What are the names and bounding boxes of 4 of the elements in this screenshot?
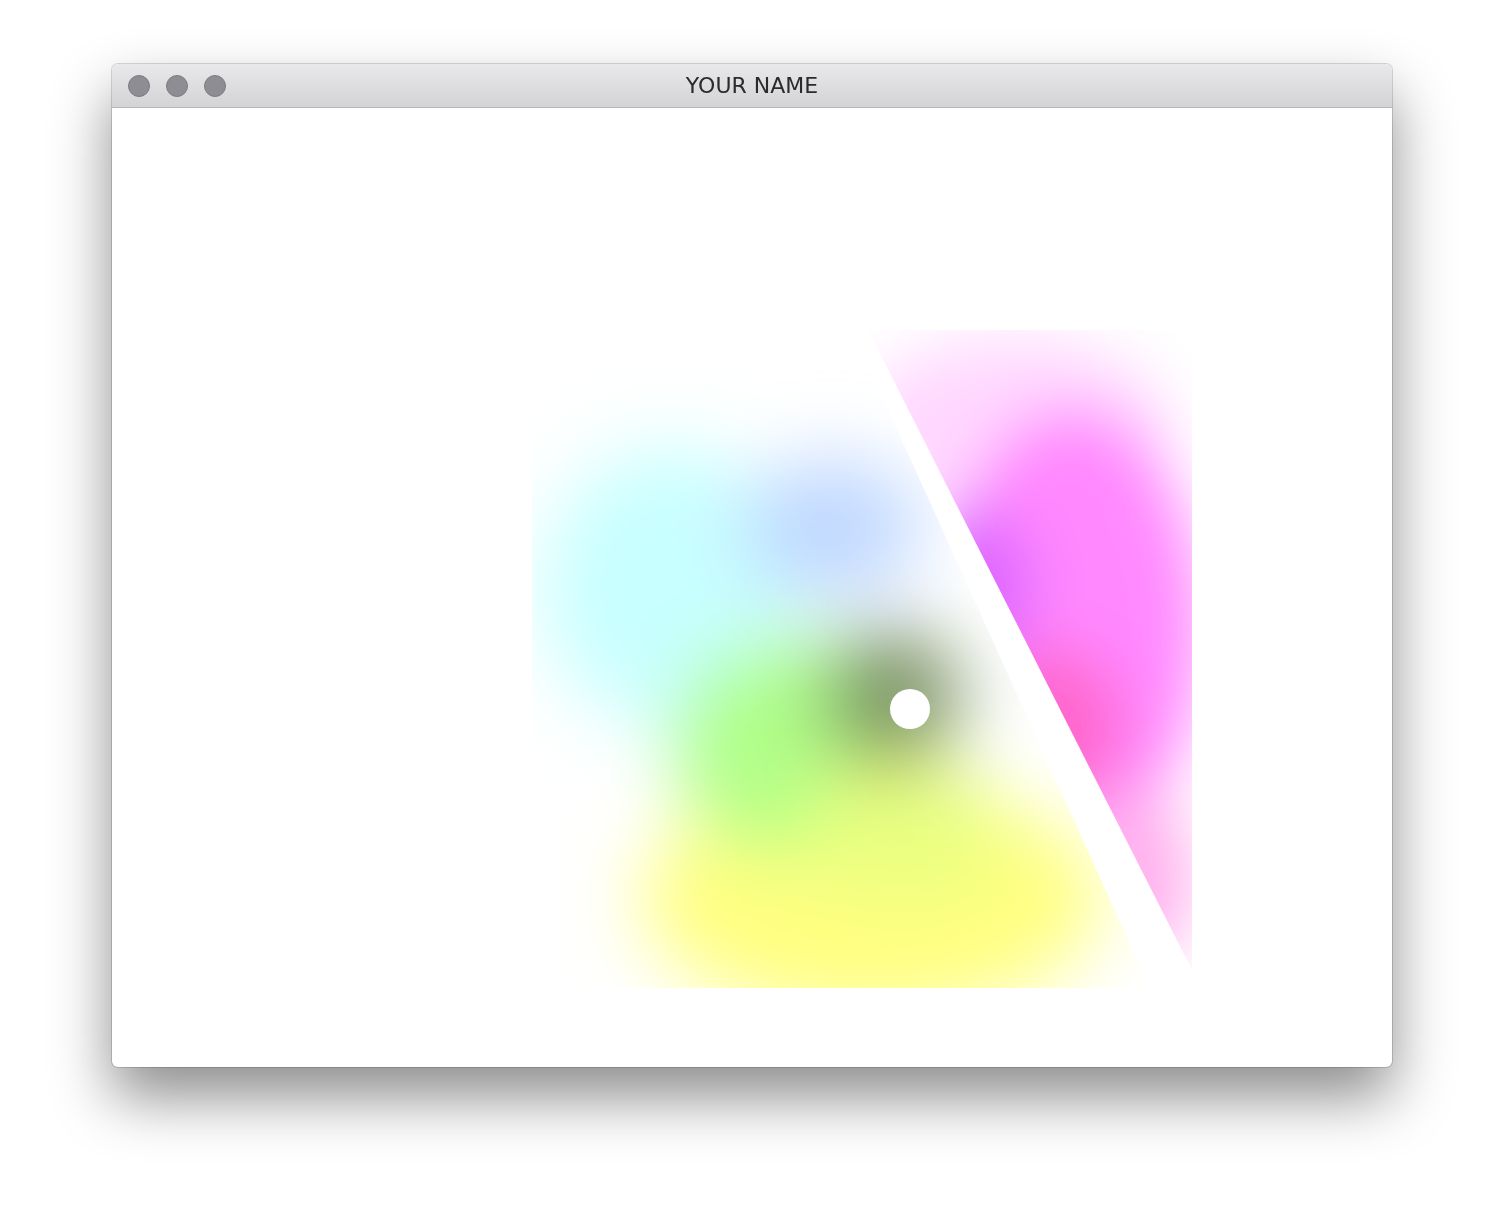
window-title: YOUR NAME — [685, 73, 819, 98]
minimize-button[interactable] — [166, 74, 188, 97]
close-button[interactable] — [128, 74, 150, 97]
zoom-button[interactable] — [204, 74, 226, 97]
